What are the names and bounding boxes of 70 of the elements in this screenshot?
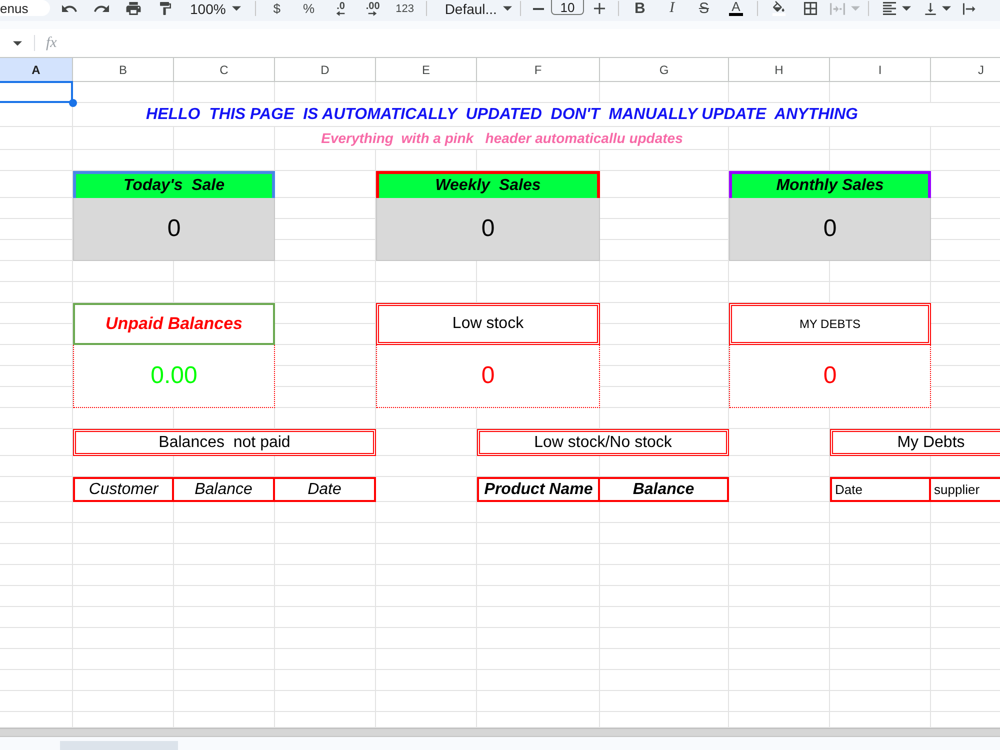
merge-icon — [830, 2, 845, 14]
text-color-button[interactable]: A — [722, 0, 749, 17]
column-header[interactable]: D — [275, 58, 376, 82]
caret-icon — [232, 6, 241, 11]
bold-button[interactable]: B — [626, 0, 653, 17]
column-header[interactable]: I — [830, 58, 931, 82]
card-value: 0 — [729, 345, 931, 408]
card-title: Monthly Sales — [729, 171, 931, 198]
font-dropdown[interactable]: Defaul... — [434, 0, 512, 17]
column-heading: Balance — [174, 477, 275, 502]
strikethrough-button[interactable]: S — [690, 0, 717, 17]
card-title: Weekly Sales — [376, 171, 600, 198]
column-heading: Date — [275, 477, 376, 502]
italic-button[interactable]: I — [658, 0, 685, 17]
align-bottom-icon — [924, 2, 936, 14]
caret-icon — [502, 6, 512, 11]
column-heading: supplier — [931, 477, 1000, 502]
horizontal-scrollbar[interactable] — [0, 728, 1000, 737]
wrap-arrow-icon — [963, 2, 976, 14]
card-title: MY DEBTS — [729, 303, 931, 345]
increase-decimal-button[interactable]: .00 — [360, 0, 386, 17]
column-header[interactable]: A — [0, 58, 73, 82]
paint-bucket-icon — [772, 1, 786, 16]
card-value: 0 — [376, 198, 600, 261]
card-title: Unpaid Balances — [73, 303, 275, 345]
printer-icon — [126, 2, 140, 15]
card-value: 0 — [729, 198, 931, 261]
color-bar-icon — [728, 13, 743, 16]
column-header[interactable]: B — [73, 58, 174, 82]
table-title: My Debts — [830, 429, 1000, 456]
column-header[interactable]: G — [600, 58, 729, 82]
minus-icon — [533, 8, 544, 10]
card-value: 0 — [376, 345, 600, 408]
column-header[interactable]: H — [729, 58, 830, 82]
column-heading: Date — [830, 477, 931, 502]
font-size-field[interactable]: 10 — [550, 0, 584, 15]
column-heading: Balance — [600, 477, 729, 502]
align-left-icon — [882, 2, 896, 15]
currency-button[interactable]: $ — [264, 0, 290, 17]
card-value: 0.00 — [73, 345, 275, 408]
paint-roller-icon — [160, 2, 170, 15]
card-title: Today's Sale — [73, 171, 275, 198]
number-format-button[interactable]: 123 — [392, 0, 418, 17]
column-heading: Product Name — [477, 477, 600, 502]
column-heading: Customer — [73, 477, 174, 502]
selection-handle-icon[interactable] — [69, 99, 77, 107]
borders-icon — [804, 2, 818, 15]
undo-icon — [62, 5, 76, 12]
plus-icon — [594, 3, 606, 14]
caret-icon — [12, 40, 22, 46]
redo-icon — [94, 5, 108, 12]
caret-icon — [850, 6, 860, 11]
percent-button[interactable]: % — [296, 0, 322, 17]
table-title: Balances not paid — [73, 429, 376, 456]
menu-search-field[interactable]: enus — [0, 0, 50, 16]
card-value: 0 — [73, 198, 275, 261]
caret-icon — [902, 6, 911, 11]
selected-cell[interactable] — [0, 81, 73, 103]
table-title: Low stock/No stock — [477, 429, 729, 456]
column-header[interactable]: F — [477, 58, 600, 82]
arrow-left-icon — [336, 10, 346, 16]
decrease-decimal-button[interactable]: .0 — [328, 0, 354, 17]
card-title: Low stock — [376, 303, 600, 345]
zoom-dropdown[interactable]: 100% — [184, 0, 247, 17]
fx-label: fx — [46, 34, 57, 52]
caret-icon — [942, 6, 951, 11]
page-subtitle: Everything with a pink header automaticallu updates — [319, 127, 685, 149]
arrow-right-icon — [368, 10, 378, 16]
column-header[interactable]: C — [174, 58, 275, 82]
column-header[interactable]: E — [376, 58, 477, 82]
